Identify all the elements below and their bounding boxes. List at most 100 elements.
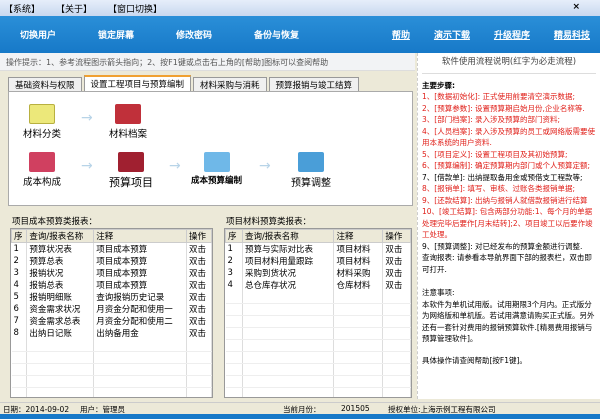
- tab-basic-data[interactable]: 基础资料与权限: [8, 77, 82, 91]
- machine-icon: [118, 152, 144, 172]
- guide-step: 查询报表: 请参看本导航界面下部的报表栏，双击即可打开.: [422, 253, 592, 274]
- guide-step: 9、[还款结算]: 出纳与报销人就借款报销进行结算: [422, 195, 588, 205]
- flow-budget-adjust[interactable]: 预算调整: [291, 152, 331, 189]
- upgrade-link[interactable]: 升级程序: [494, 28, 530, 41]
- switch-user-button[interactable]: 切换用户: [20, 28, 56, 41]
- table-cell: 3: [11, 267, 28, 279]
- table-row[interactable]: 3 报销状况 项目成本预算 双击: [11, 267, 212, 279]
- table-row[interactable]: 3 采购到货状况 材料采购 双击: [225, 267, 411, 279]
- bottom-strip: [0, 414, 600, 419]
- table-row[interactable]: 4 总仓库存状况 仓库材料 双击: [225, 279, 411, 291]
- col-no: 序: [225, 229, 243, 243]
- table-cell: 6: [11, 303, 28, 315]
- table-cell: 双击: [382, 255, 411, 267]
- guide-step: 5、[项目定义]: 设置工程项目及其初始预算;: [422, 149, 568, 159]
- table-row[interactable]: 6 资金需求状况 月资金分配和使用一 双击: [11, 303, 212, 315]
- table-cell: 项目成本预算: [93, 242, 187, 255]
- col-no: 序: [11, 229, 28, 243]
- table-cell: 双击: [382, 279, 411, 291]
- menu-about[interactable]: 【关于】: [56, 2, 92, 15]
- flow-material-archive[interactable]: 材料档案: [109, 104, 147, 140]
- flow-label: 成本预算编制: [191, 176, 243, 186]
- help-link[interactable]: 帮助: [392, 28, 410, 41]
- table-cell: 4: [225, 279, 243, 291]
- table-row[interactable]: 2 预算总表 项目成本预算 双击: [11, 255, 212, 267]
- table-cell: 双击: [186, 327, 212, 339]
- guide-step: 4、[人员档案]: 录入涉及预算的员工或网络版需要使用本系统的用户资料.: [422, 126, 596, 148]
- flow-label: 材料分类: [23, 129, 62, 140]
- change-password-button[interactable]: 修改密码: [176, 28, 212, 41]
- col-note: 注释: [93, 229, 187, 243]
- empty-row: [225, 363, 411, 376]
- col-action: 操作: [382, 229, 411, 243]
- tab-bar: 基础资料与权限 设置工程项目与预算编制 材料采购与消耗 预算报销与竣工结算: [8, 75, 361, 91]
- table-cell: 报销总表: [26, 279, 95, 291]
- table-cell: 5: [11, 291, 28, 303]
- status-month: 201505: [341, 404, 370, 413]
- demo-download-link[interactable]: 演示下载: [434, 28, 470, 41]
- guide-step: 3、[部门档案]: 录入涉及预算的部门资料;: [422, 115, 561, 124]
- table-cell: 资金需求状况: [26, 303, 95, 315]
- menu-system[interactable]: 【系统】: [4, 2, 40, 15]
- empty-row: [225, 291, 411, 304]
- table-cell: 双击: [186, 303, 212, 315]
- notes-heading: 注意事项:: [422, 288, 455, 297]
- table-cell: 仓库材料: [333, 279, 384, 291]
- table-cell: 2: [225, 255, 243, 267]
- lock-screen-button[interactable]: 锁定屏幕: [98, 28, 134, 41]
- guide-step: 8、[报销单]: 填写、审核、过账各类报销单据;: [422, 184, 576, 193]
- table-cell: 4: [11, 279, 28, 291]
- table-row[interactable]: 2 项目材料用量跟踪 项目材料 双击: [225, 255, 411, 267]
- empty-row: [225, 315, 411, 328]
- close-icon[interactable]: ×: [572, 2, 580, 12]
- table-cell: 双击: [186, 315, 212, 327]
- tab-settlement[interactable]: 预算报销与竣工结算: [268, 77, 360, 91]
- table-cell: 预算状况表: [26, 242, 95, 255]
- flow-label: 预算项目: [109, 176, 153, 189]
- flow-label: 预算调整: [291, 178, 331, 189]
- flow-label: 材料档案: [109, 129, 148, 140]
- guide-title: 软件使用流程说明(红字为必走流程): [422, 57, 596, 74]
- empty-row: [11, 351, 212, 364]
- table-cell: 双击: [186, 279, 212, 291]
- table-row[interactable]: 5 报销明细账 查询报销历史记录 双击: [11, 291, 212, 303]
- menu-window[interactable]: 【窗口切换】: [108, 2, 162, 15]
- table-cell: 项目成本预算: [93, 279, 187, 291]
- table-row[interactable]: 8 出纳日记账 出纳备用金 双击: [11, 327, 212, 339]
- flow-material-category[interactable]: 材料分类: [23, 104, 61, 140]
- flow-budget-project[interactable]: 预算项目: [109, 152, 153, 190]
- empty-row: [225, 303, 411, 316]
- company-link[interactable]: 精易科技: [554, 28, 590, 41]
- table-cell: 1: [11, 242, 28, 255]
- guide-step: 6、[预算编制]: 确定预算期内部门或个人预算定额;: [422, 161, 591, 170]
- table-cell: 8: [11, 327, 28, 339]
- arrow-icon: →: [81, 110, 93, 126]
- table-row[interactable]: 7 资金需求总表 月资金分配和使用二 双击: [11, 315, 212, 327]
- table-cell: 双击: [186, 267, 212, 279]
- table-row[interactable]: 1 预算与实际对比表 项目材料 双击: [225, 242, 411, 255]
- usage-guide-panel: 软件使用流程说明(红字为必走流程) 主要步骤: 1、[数据初始化]: 正式使用前…: [417, 53, 600, 399]
- operation-hint: 操作提示：1、参考流程图示箭头指向；2、按F1键或点击右上角的[帮助]图标可以查…: [0, 53, 415, 71]
- flow-panel: 材料分类 → 材料档案 成本构成 → 预算项目 → 成本预算编制 → 预算调整: [8, 91, 413, 206]
- table-cell: 材料采购: [333, 267, 384, 279]
- backup-restore-button[interactable]: 备份与恢复: [254, 28, 299, 41]
- left-table-caption: 项目成本预算类报表：: [12, 217, 98, 227]
- flow-cost-budget[interactable]: 成本预算编制: [191, 152, 242, 186]
- table-cell: 出纳备用金: [93, 327, 187, 339]
- flow-cost-composition[interactable]: 成本构成: [23, 152, 61, 188]
- table-row[interactable]: 4 报销总表 项目成本预算 双击: [11, 279, 212, 291]
- tab-project-budget[interactable]: 设置工程项目与预算编制: [83, 75, 192, 91]
- table-cell: 预算总表: [26, 255, 95, 267]
- table-cell: 7: [11, 315, 28, 327]
- guide-step: 7、[借款单]: 出纳提取备用金或预借支工程款等;: [422, 172, 583, 182]
- table-cell: 月资金分配和使用一: [93, 303, 187, 315]
- table-row[interactable]: 1 预算状况表 项目成本预算 双击: [11, 242, 212, 255]
- empty-row: [11, 375, 212, 388]
- col-name: 查询/报表名称: [241, 229, 335, 243]
- tab-material[interactable]: 材料采购与消耗: [193, 77, 267, 91]
- table-cell: 双击: [186, 291, 212, 303]
- table-cell: 项目材料: [333, 242, 384, 255]
- menu-bar: 【系统】 【关于】 【窗口切换】 ×: [0, 0, 600, 16]
- arrow-icon: →: [169, 158, 181, 174]
- table-cell: 2: [11, 255, 28, 267]
